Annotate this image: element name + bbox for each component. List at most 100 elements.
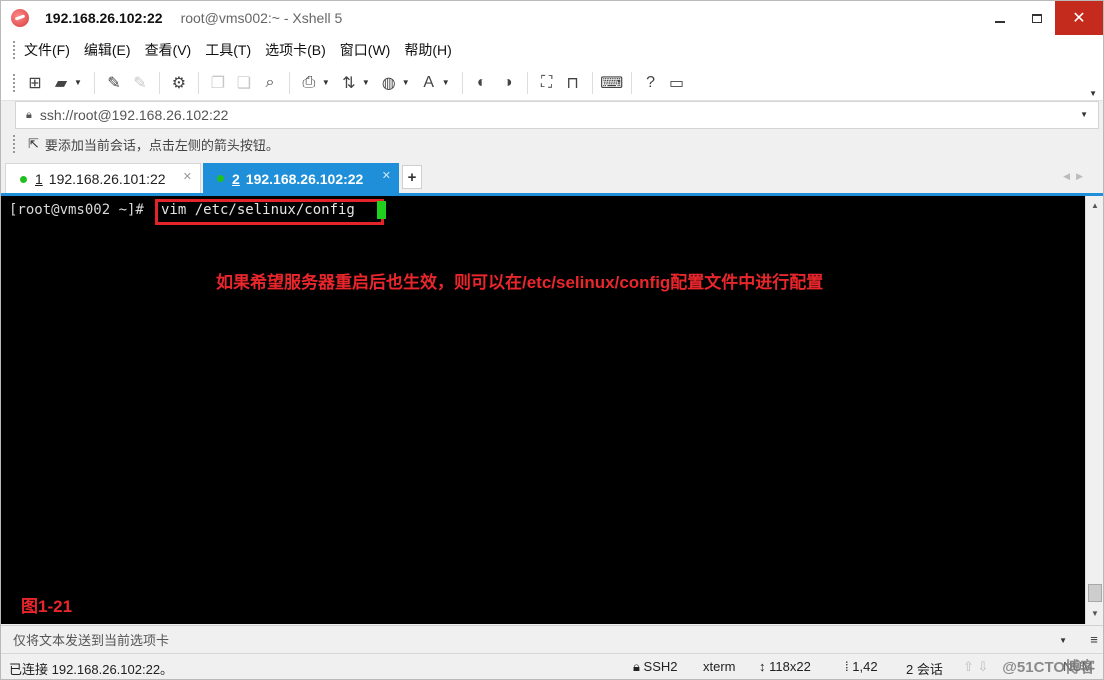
tab-session-1[interactable]: 1 192.168.26.101:22 ✕ — [5, 163, 201, 194]
menu-tools[interactable]: 工具(T) — [205, 40, 251, 60]
menu-help[interactable]: 帮助(H) — [404, 40, 451, 60]
scroll-thumb[interactable] — [1088, 584, 1102, 602]
window-title-host: 192.168.26.102:22 — [45, 10, 163, 26]
compose-menu-button[interactable]: ≡ — [1085, 625, 1103, 653]
terminal-size-status: ↕ 118x22 — [759, 659, 811, 674]
disconnect-icon: ✎ — [133, 74, 147, 92]
tab-bar: 1 192.168.26.101:22 ✕ 2 192.168.26.102:2… — [1, 159, 1103, 196]
xshell-window: 192.168.26.102:22 root@vms002:~ - Xshell… — [0, 0, 1104, 680]
help-icon[interactable]: ? — [640, 72, 662, 94]
menu-view[interactable]: 查看(V) — [145, 40, 192, 60]
compose-dropdown-icon[interactable]: ▼ — [1059, 636, 1067, 645]
menu-tabs[interactable]: 选项卡(B) — [265, 40, 326, 60]
ssh-lock-icon: 🔒︎ — [633, 659, 640, 674]
terminal-cursor — [377, 201, 386, 219]
menu-lines-icon: ≡ — [1090, 632, 1098, 647]
scroll-up-icon[interactable]: ▲ — [1089, 200, 1101, 212]
reconnect-icon[interactable]: ✎ — [103, 72, 125, 94]
hint-text: 要添加当前会话，点击左侧的箭头按钮。 — [44, 137, 279, 153]
toolbar-dropdown-icon[interactable]: ▼ — [442, 78, 450, 87]
toolbar-separator — [630, 71, 632, 94]
transfer-icon[interactable]: ⇅ — [338, 72, 360, 94]
connected-status-icon — [217, 175, 224, 182]
tab-number: 2 — [232, 170, 240, 187]
lock-toolbar-icon[interactable]: ⊓ — [562, 72, 584, 94]
toolbar-separator — [197, 71, 199, 94]
minimize-icon — [994, 21, 1005, 23]
address-bar[interactable]: 🔒︎ ssh://root@192.168.26.102:22 ▼ — [15, 101, 1099, 129]
close-icon: ✕ — [1072, 10, 1086, 27]
fullscreen-icon[interactable]: ⛶ — [536, 72, 558, 94]
menu-edit[interactable]: 编辑(E) — [84, 40, 131, 60]
toolbar-dropdown-icon[interactable]: ▼ — [362, 78, 370, 87]
terminal-area[interactable]: [root@vms002 ~]# vim /etc/selinux/config… — [1, 196, 1085, 624]
watermark: @51CTO博客 — [1002, 659, 1095, 676]
keyboard-icon[interactable]: ⌨ — [600, 72, 623, 94]
toolbar-separator — [591, 71, 593, 94]
add-session-arrow-icon[interactable]: ⇱ — [28, 136, 39, 152]
tab-label: 192.168.26.102:22 — [245, 170, 364, 187]
print-icon[interactable]: ⎙ — [298, 72, 320, 94]
properties-icon[interactable]: ⚙ — [168, 72, 190, 94]
window-controls: ✕ — [981, 1, 1103, 35]
cursor-pos-icon: ⁞ — [845, 659, 849, 674]
toolbar-dropdown-icon[interactable]: ▼ — [322, 78, 330, 87]
terminal-type: xterm — [703, 659, 736, 674]
shell-prompt: [root@vms002 ~]# — [9, 202, 144, 218]
menu-grip-icon — [13, 41, 16, 59]
scroll-arrows-icon: ⇧ ⇩ — [963, 659, 989, 674]
annotation-text: 如果希望服务器重启后也生效，则可以在/etc/selinux/config配置文… — [216, 273, 824, 292]
status-bar: 已连接 192.168.26.102:22。 🔒︎ SSH2 xterm ↕ 1… — [1, 653, 1103, 679]
window-title-rest: root@vms002:~ - Xshell 5 — [180, 10, 343, 26]
scroll-down-icon[interactable]: ▼ — [1089, 608, 1101, 620]
globe-icon[interactable]: ◍ — [378, 72, 400, 94]
copy-icon: ❐ — [210, 74, 226, 92]
open-folder-icon[interactable]: ▰ — [50, 72, 72, 94]
toolbar-separator — [526, 71, 528, 94]
maximize-button[interactable] — [1018, 1, 1055, 35]
new-session-icon[interactable]: ⊞ — [24, 72, 46, 94]
xmanager-icon[interactable]: ◑ — [497, 72, 519, 94]
cursor-position: 1,42 — [852, 659, 878, 674]
maximize-icon — [1031, 13, 1042, 23]
terminal-scrollbar[interactable]: ▲ ▼ — [1085, 196, 1103, 624]
resize-icon: ↕ — [759, 659, 766, 674]
cursor-position-status: ⁞ 1,42 — [845, 659, 878, 674]
toolbar-dropdown-icon[interactable]: ▼ — [74, 78, 82, 87]
tab-close-icon[interactable]: ✕ — [183, 170, 192, 183]
session-hint-bar: ⇱ 要添加当前会话，点击左侧的箭头按钮。 — [1, 129, 1103, 159]
toolbar-separator — [461, 71, 463, 94]
terminal-size: 118x22 — [769, 659, 811, 674]
find-icon[interactable]: ⌕ — [259, 72, 281, 94]
toolbar-overflow-icon[interactable]: ▼ — [1089, 89, 1097, 98]
minimize-button[interactable] — [981, 1, 1018, 35]
menu-file[interactable]: 文件(F) — [24, 40, 70, 60]
address-input[interactable]: ssh://root@192.168.26.102:22 — [40, 107, 229, 123]
tab-close-icon[interactable]: ✕ — [382, 169, 391, 182]
tab-scroll-arrows-icon[interactable]: ◀▶ — [1063, 171, 1089, 182]
paste-icon: ❏ — [236, 74, 252, 92]
close-button[interactable]: ✕ — [1055, 1, 1103, 35]
tab-number: 1 — [35, 171, 43, 187]
compose-bar[interactable]: 仅将文本发送到当前选项卡 ▼ — [1, 625, 1085, 653]
title-bar[interactable]: 192.168.26.102:22 root@vms002:~ - Xshell… — [1, 1, 1103, 35]
protocol-status: 🔒︎ SSH2 — [633, 659, 678, 675]
connected-status-icon — [20, 175, 27, 183]
session-count: 2 会话 — [906, 662, 943, 677]
menu-bar: 文件(F) 编辑(E) 查看(V) 工具(T) 选项卡(B) 窗口(W) 帮助(… — [1, 35, 1103, 65]
chat-icon[interactable]: ▭ — [666, 72, 688, 94]
toolbar-separator — [158, 71, 160, 94]
toolbar: ⊞ ▰ ▼ ✎ ✎ ⚙ ❐ ❏ ⌕ ⎙ ▼ ⇅ ▼ ◍ ▼ A ▼ ◐ ◑ ⛶ ⊓ ⌨? ▭ ▼ — [1, 65, 1103, 101]
figure-label: 图1-21 — [21, 597, 73, 616]
toolbar-dropdown-icon[interactable]: ▼ — [402, 78, 410, 87]
tab-session-2[interactable]: 2 192.168.26.102:22 ✕ — [203, 163, 399, 194]
address-dropdown-icon[interactable]: ▼ — [1080, 110, 1088, 119]
menu-window[interactable]: 窗口(W) — [340, 40, 391, 60]
protocol-text: SSH2 — [643, 659, 678, 674]
toolbar-separator — [93, 71, 95, 94]
toolbar-grip-icon — [13, 73, 16, 92]
font-icon[interactable]: A — [418, 72, 440, 94]
compose-target-label: 仅将文本发送到当前选项卡 — [13, 633, 170, 648]
xftp-icon[interactable]: ◐ — [471, 72, 493, 94]
add-tab-button[interactable]: + — [402, 165, 422, 189]
